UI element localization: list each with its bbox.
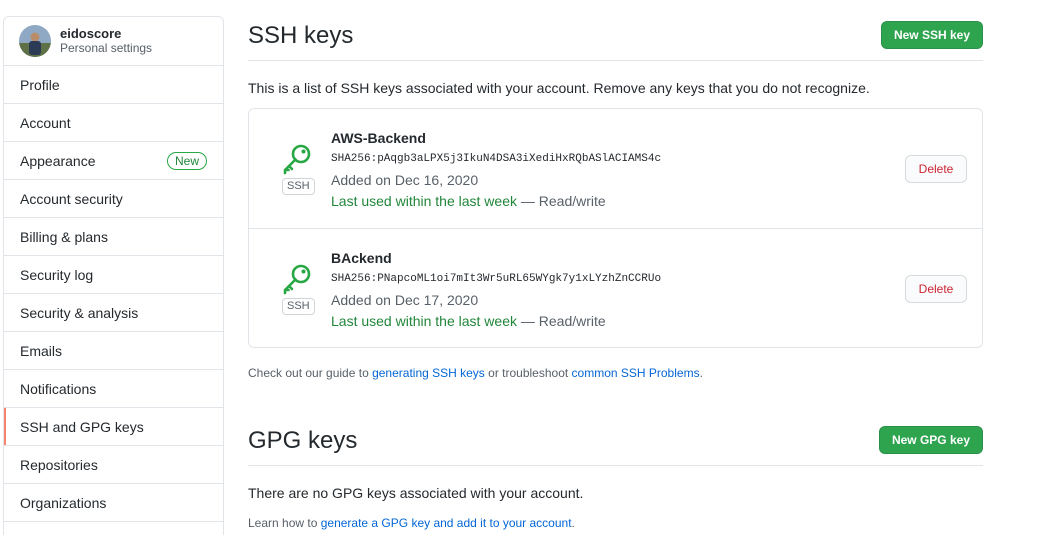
ssh-key-list: SSH AWS-Backend SHA256:pAqgb3aLPX5j3IkuN… — [248, 108, 983, 348]
sidebar-item-repositories[interactable]: Repositories — [4, 446, 223, 484]
sidebar-item-label: Emails — [20, 342, 63, 359]
key-usage: Last used within the last week — Read/wr… — [331, 313, 606, 329]
new-gpg-key-button[interactable]: New GPG key — [878, 426, 983, 454]
gpg-guide-note: Learn how to generate a GPG key and add … — [248, 516, 575, 530]
sidebar-item-billing[interactable]: Billing & plans — [4, 218, 223, 256]
user-subtitle: Personal settings — [60, 41, 153, 55]
key-added-date: Added on Dec 17, 2020 — [331, 292, 479, 308]
gpg-keys-title: GPG keys — [248, 427, 358, 454]
ssh-type-label: SSH — [282, 178, 315, 195]
key-title: BAckend — [331, 250, 392, 266]
sidebar-item-label: Profile — [20, 76, 60, 93]
sidebar-item-appearance[interactable]: Appearance New — [4, 142, 223, 180]
sidebar-item-ssh-gpg-keys[interactable]: SSH and GPG keys — [4, 408, 223, 446]
ssh-type-label: SSH — [282, 298, 315, 315]
key-fingerprint: SHA256:pAqgb3aLPX5j3IkuN4DSA3iXediHxRQbA… — [331, 153, 662, 165]
key-icon — [280, 261, 314, 295]
delete-key-button[interactable]: Delete — [905, 155, 967, 183]
ssh-description: This is a list of SSH keys associated wi… — [248, 80, 870, 96]
sidebar-item-label: Organizations — [20, 494, 107, 511]
key-access: — Read/write — [517, 193, 606, 209]
sidebar-item-label: Security log — [20, 266, 94, 283]
key-title: AWS-Backend — [331, 130, 426, 146]
note-text: . — [571, 516, 575, 530]
key-usage: Last used within the last week — Read/wr… — [331, 193, 606, 209]
key-last-used: Last used within the last week — [331, 313, 517, 329]
sidebar-item-security-log[interactable]: Security log — [4, 256, 223, 294]
username[interactable]: eidoscore — [60, 26, 152, 41]
gpg-empty-text: There are no GPG keys associated with yo… — [248, 485, 584, 501]
ssh-guide-note: Check out our guide to generating SSH ke… — [248, 366, 703, 380]
common-ssh-problems-link[interactable]: common SSH Problems — [572, 366, 700, 380]
new-badge: New — [166, 151, 207, 170]
sidebar-item-label: Account — [20, 114, 71, 131]
sidebar-item-label: SSH and GPG keys — [20, 418, 144, 435]
ssh-key-row: SSH BAckend SHA256:PNapcoML1oi7mIt3Wr5uR… — [249, 228, 982, 347]
sidebar-item-label: Security & analysis — [20, 304, 139, 321]
avatar[interactable] — [19, 25, 51, 57]
ssh-keys-title: SSH keys — [248, 22, 354, 49]
sidebar-item-label: Account security — [20, 190, 123, 207]
generate-gpg-key-link[interactable]: generate a GPG key and add it to your ac… — [321, 516, 572, 530]
sidebar-item-label: Billing & plans — [20, 228, 108, 245]
note-text: or troubleshoot — [484, 366, 572, 380]
sidebar-user-header[interactable]: eidoscore Personal settings — [4, 17, 223, 66]
delete-key-button[interactable]: Delete — [905, 275, 967, 303]
key-fingerprint: SHA256:PNapcoML1oi7mIt3Wr5uRL65WYgk7y1xL… — [331, 273, 662, 285]
new-ssh-key-button[interactable]: New SSH key — [880, 21, 983, 49]
sidebar-item-emails[interactable]: Emails — [4, 332, 223, 370]
sidebar-item-profile[interactable]: Profile — [4, 66, 223, 104]
key-last-used: Last used within the last week — [331, 193, 517, 209]
sidebar-item-organizations[interactable]: Organizations — [4, 484, 223, 522]
sidebar-item-security-analysis[interactable]: Security & analysis — [4, 294, 223, 332]
ssh-key-row: SSH AWS-Backend SHA256:pAqgb3aLPX5j3IkuN… — [249, 109, 982, 228]
gpg-section-header: GPG keys New GPG key — [248, 423, 983, 466]
sidebar-item-label: Notifications — [20, 380, 97, 397]
ssh-section-header: SSH keys New SSH key — [248, 18, 983, 61]
key-access: — Read/write — [517, 313, 606, 329]
generating-ssh-keys-link[interactable]: generating SSH keys — [372, 366, 485, 380]
note-text: Learn how to — [248, 516, 321, 530]
sidebar-item-account[interactable]: Account — [4, 104, 223, 142]
sidebar-item-label: Repositories — [20, 456, 98, 473]
sidebar-item-account-security[interactable]: Account security — [4, 180, 223, 218]
settings-sidebar: eidoscore Personal settings Profile Acco… — [3, 16, 224, 535]
key-added-date: Added on Dec 16, 2020 — [331, 172, 479, 188]
note-text: . — [699, 366, 703, 380]
note-text: Check out our guide to — [248, 366, 373, 380]
sidebar-item-label: Appearance — [20, 152, 96, 169]
sidebar-item-notifications[interactable]: Notifications — [4, 370, 223, 408]
key-icon — [280, 141, 314, 175]
